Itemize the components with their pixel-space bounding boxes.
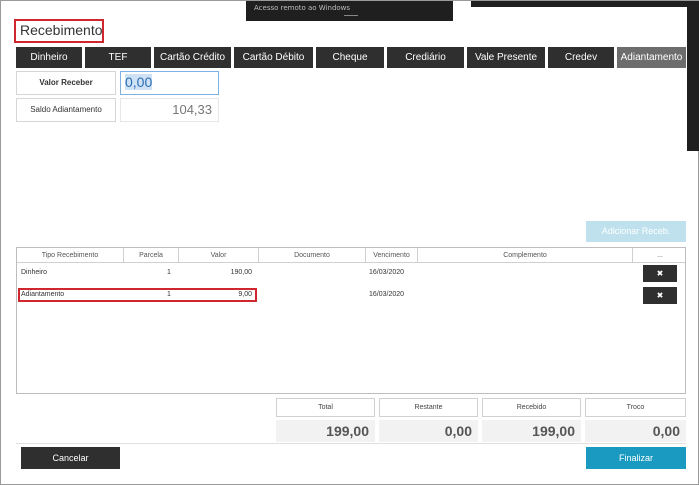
recebimento-window: Acesso remoto ao Windows Recebimento Din… [0, 0, 699, 485]
window-title: Recebimento [14, 19, 104, 43]
row-vencimento: 16/03/2020 [369, 269, 405, 276]
delete-row-button[interactable]: ✖ [643, 265, 677, 282]
header-complemento[interactable]: Complemento [418, 248, 633, 263]
header-vencimento[interactable]: Vencimento [366, 248, 418, 263]
tab-cartao-credito[interactable]: Cartão Crédito [154, 47, 231, 68]
row-vencimento: 16/03/2020 [369, 291, 405, 298]
row-parcela: 1 [167, 269, 171, 276]
background-strip [471, 1, 699, 7]
header-tipo[interactable]: Tipo Recebimento [17, 248, 124, 263]
cancel-button[interactable]: Cancelar [21, 447, 120, 469]
restante-value: 0,00 [379, 420, 478, 442]
tab-crediario[interactable]: Crediário [387, 47, 464, 68]
recebimentos-table: Tipo Recebimento Parcela Valor Documento… [16, 247, 686, 394]
tab-dinheiro[interactable]: Dinheiro [16, 47, 82, 68]
tab-adiantamento[interactable]: Adiantamento [617, 47, 686, 68]
recebido-value: 199,00 [482, 420, 581, 442]
highlight-box [18, 288, 257, 302]
valor-receber-label: Valor Receber [16, 71, 116, 95]
payment-tabs: Dinheiro TEF Cartão Crédito Cartão Débit… [16, 47, 686, 68]
tab-cheque[interactable]: Cheque [316, 47, 384, 68]
header-documento[interactable]: Documento [259, 248, 366, 263]
tab-credev[interactable]: Credev [548, 47, 614, 68]
header-actions[interactable]: ... [633, 248, 687, 263]
close-icon: ✖ [656, 269, 664, 278]
divider [16, 443, 686, 444]
delete-row-button[interactable]: ✖ [643, 287, 677, 304]
recebido-label: Recebido [482, 398, 581, 417]
adicionar-recebimento-button[interactable]: Adicionar Receb. [586, 221, 686, 242]
header-valor[interactable]: Valor [179, 248, 259, 263]
row-tipo: Dinheiro [21, 269, 48, 276]
tab-tef[interactable]: TEF [85, 47, 151, 68]
tab-vale-presente[interactable]: Vale Presente [467, 47, 545, 68]
total-value: 199,00 [276, 420, 375, 442]
finalizar-button[interactable]: Finalizar [586, 447, 686, 469]
table-header: Tipo Recebimento Parcela Valor Documento… [17, 248, 685, 263]
total-label: Total [276, 398, 375, 417]
troco-value: 0,00 [585, 420, 686, 442]
valor-receber-input[interactable]: 0,00 [120, 71, 219, 95]
header-parcela[interactable]: Parcela [124, 248, 179, 263]
tab-cartao-debito[interactable]: Cartão Débito [234, 47, 313, 68]
troco-label: Troco [585, 398, 686, 417]
valor-receber-value: 0,00 [125, 74, 153, 90]
saldo-adiantamento-value: 104,33 [120, 98, 219, 122]
restante-label: Restante [379, 398, 478, 417]
close-icon: ✖ [656, 291, 664, 300]
background-edge [687, 1, 699, 151]
saldo-adiantamento-label: Saldo Adiantamento [16, 98, 116, 122]
row-valor: 190,00 [230, 269, 252, 276]
remote-toolbar-text: Acesso remoto ao Windows [254, 4, 351, 12]
remote-toolbar[interactable]: Acesso remoto ao Windows [246, 1, 453, 21]
